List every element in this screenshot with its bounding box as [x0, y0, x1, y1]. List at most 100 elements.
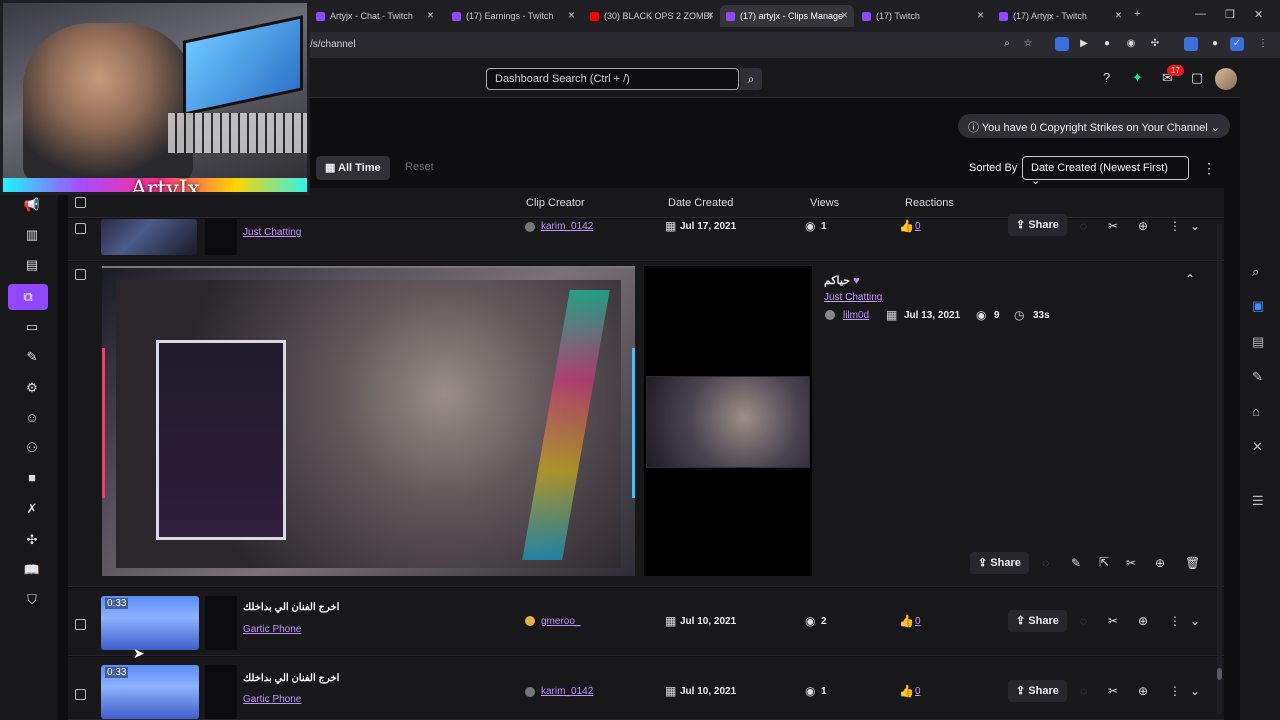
extension-icon[interactable]: ◉ — [1124, 37, 1138, 51]
chat-icon[interactable]: ▣ — [1252, 298, 1264, 314]
search-icon[interactable]: ⌕ — [740, 68, 762, 90]
dashboard-search-input[interactable]: Dashboard Search (Ctrl + /) — [486, 68, 739, 90]
gamepad-icon[interactable]: ⌂ — [1252, 404, 1260, 419]
tab-twitch[interactable]: (17) Twitch × — [856, 5, 990, 27]
sidebar-icon[interactable] — [1184, 37, 1198, 51]
row-checkbox[interactable] — [75, 223, 86, 234]
zoom-icon[interactable]: ⌕ — [1000, 37, 1014, 51]
more-options-icon[interactable]: ⋮ — [1169, 684, 1181, 698]
clip-thumbnail[interactable]: 0:33 — [101, 665, 199, 719]
video-camera-icon[interactable]: ■ — [20, 468, 44, 488]
clip-video-player[interactable] — [102, 266, 635, 576]
tab-earnings[interactable]: (17) Earnings - Twitch × — [446, 5, 581, 27]
column-header-clip-creator[interactable]: Clip Creator — [526, 197, 585, 209]
copyright-strikes-dropdown[interactable]: ⓘ You have 0 Copyright Strikes on Your C… — [958, 114, 1231, 138]
share-button[interactable]: ⇪ Share — [1008, 610, 1067, 632]
sidebar-item-brush[interactable]: ✎ — [20, 347, 44, 367]
more-options-icon[interactable]: ⋮ — [1169, 219, 1181, 233]
sliders-icon[interactable]: ☰ — [1252, 493, 1264, 509]
close-icon[interactable]: × — [841, 8, 848, 22]
extension-icon[interactable] — [1055, 37, 1069, 51]
chevron-down-icon[interactable]: ⌄ — [1190, 614, 1200, 628]
scrollbar-thumb[interactable] — [1217, 668, 1222, 680]
category-link[interactable]: Gartic Phone — [243, 624, 301, 635]
add-icon[interactable]: ⊕ — [1138, 614, 1148, 628]
clip-thumbnail[interactable] — [101, 219, 197, 255]
avatar[interactable] — [1215, 68, 1237, 90]
reactions-count[interactable]: 0 — [915, 221, 921, 232]
puzzle-icon[interactable]: ✣ — [1148, 37, 1162, 51]
megaphone-icon[interactable]: 📢 — [20, 195, 44, 215]
row-checkbox[interactable] — [75, 269, 86, 280]
sidebar-item-content[interactable]: ⧉ — [8, 284, 48, 310]
row-checkbox[interactable] — [75, 619, 86, 630]
all-time-filter-button[interactable]: ▦ All Time — [316, 156, 390, 180]
chevron-down-icon[interactable]: ⌄ — [1190, 684, 1200, 698]
delete-icon[interactable]: 🗑 — [1185, 556, 1200, 570]
close-icon[interactable]: × — [568, 8, 575, 22]
restore-icon[interactable]: ❐ — [1225, 8, 1235, 21]
book-icon[interactable]: 📖 — [20, 560, 44, 580]
smile-icon[interactable]: ☺ — [20, 408, 44, 428]
window-close-icon[interactable]: ✕ — [1254, 8, 1263, 21]
tab-artyjx[interactable]: (17) Artyjx - Twitch × — [993, 5, 1128, 27]
reactions-count[interactable]: 0 — [915, 616, 921, 627]
help-icon[interactable]: ? — [1103, 70, 1110, 85]
tab-chat[interactable]: Artyjx - Chat - Twitch × — [310, 5, 440, 27]
scissors-icon[interactable]: ✂ — [1108, 684, 1118, 698]
table-row[interactable]: 0:33 اخرج الفنان الي بداخلك Gartic Phone… — [68, 588, 1224, 656]
gear-icon[interactable]: ⚙ — [20, 378, 44, 398]
creator-link[interactable]: karim_0142 — [541, 221, 593, 232]
close-icon[interactable]: × — [707, 8, 714, 22]
clip-preview-thumbnail[interactable] — [646, 376, 810, 468]
extension-icon[interactable]: ✓ — [1230, 37, 1244, 51]
reset-button[interactable]: Reset — [396, 156, 443, 180]
add-icon[interactable]: ⊕ — [1155, 556, 1165, 570]
tab-clips-manager[interactable]: (17) artyjx - Clips Manage × — [720, 5, 854, 27]
document-icon[interactable]: ▤ — [1252, 334, 1264, 350]
creator-link[interactable]: lilm0d — [843, 310, 869, 321]
whispers-icon[interactable]: ▢ — [1191, 70, 1203, 86]
bits-icon[interactable]: ✦ — [1132, 70, 1143, 86]
sidebar-item-insights[interactable]: ▤ — [20, 255, 44, 275]
share-button[interactable]: ⇪ Share — [1008, 680, 1067, 702]
profile-icon[interactable]: ● — [1208, 37, 1222, 51]
category-link[interactable]: Gartic Phone — [243, 694, 301, 705]
sort-select[interactable]: Date Created (Newest First) ⌄ — [1022, 156, 1189, 187]
extension-icon[interactable]: ▶ — [1077, 37, 1091, 51]
minimize-icon[interactable]: — — [1195, 8, 1206, 20]
clip-thumbnail[interactable]: 0:33 — [101, 596, 199, 650]
extensions-icon[interactable]: ✣ — [20, 530, 44, 550]
creator-link[interactable]: karim_0142 — [541, 686, 593, 697]
more-options-icon[interactable]: ⋮ — [1202, 160, 1216, 177]
chevron-up-icon[interactable]: ⌃ — [1185, 272, 1195, 286]
close-icon[interactable]: × — [1115, 8, 1122, 22]
tab-youtube[interactable]: (30) BLACK OPS 2 ZOMBI × — [584, 5, 720, 27]
row-checkbox[interactable] — [75, 689, 86, 700]
table-row[interactable]: 0:33 اخرج الفنان الي بداخلك Gartic Phone… — [68, 657, 1224, 720]
add-user-icon[interactable]: ⚇ — [20, 438, 44, 458]
column-header-reactions[interactable]: Reactions — [905, 197, 954, 209]
external-link-icon[interactable]: ⇱ — [1099, 555, 1109, 569]
sidebar-item-community[interactable]: ▭ — [20, 317, 44, 337]
shield-icon[interactable]: ⛉ — [20, 590, 44, 610]
share-button[interactable]: ⇪ Share — [1008, 214, 1067, 236]
scrollbar-track[interactable] — [1217, 224, 1222, 714]
category-link[interactable]: Just Chatting — [824, 292, 882, 303]
reactions-count[interactable]: 0 — [915, 686, 921, 697]
sidebar-item-stream[interactable]: ▥ — [20, 225, 44, 245]
close-icon[interactable]: × — [427, 8, 434, 22]
column-header-views[interactable]: Views — [810, 197, 839, 209]
creator-camp-icon[interactable]: ✗ — [20, 499, 44, 519]
edit-pencil-icon[interactable]: ✎ — [1071, 556, 1081, 570]
share-button[interactable]: ⇪ Share — [970, 552, 1029, 574]
category-link[interactable]: Just Chatting — [243, 227, 301, 238]
scissors-icon[interactable]: ✂ — [1108, 614, 1118, 628]
scissors-icon[interactable]: ✂ — [1108, 219, 1118, 233]
chevron-down-icon[interactable]: ⌄ — [1190, 219, 1200, 233]
close-icon[interactable]: × — [977, 8, 984, 22]
table-row[interactable]: Just Chatting karim_0142 ▦ Jul 17, 2021 … — [68, 214, 1224, 261]
search-icon[interactable]: ⌕ — [1252, 264, 1259, 280]
edit-icon[interactable]: ✎ — [1252, 369, 1263, 385]
select-all-checkbox[interactable] — [75, 197, 86, 208]
